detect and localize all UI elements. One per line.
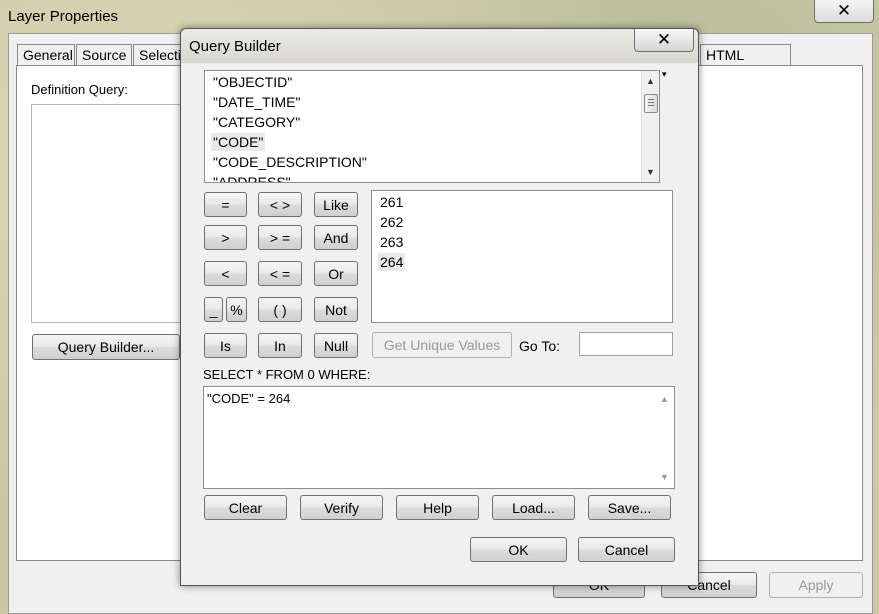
definition-query-label: Definition Query: (31, 82, 128, 97)
field-item[interactable]: "CODE_DESCRIPTION" (211, 153, 369, 171)
value-item[interactable]: 261 (378, 193, 405, 211)
field-item[interactable]: "OBJECTID" (211, 73, 294, 91)
operator-less-button[interactable]: < (204, 261, 247, 286)
save-button[interactable]: Save... (588, 495, 671, 520)
definition-query-textbox[interactable] (31, 104, 183, 323)
field-item[interactable]: "CATEGORY" (211, 113, 302, 131)
query-builder-titlebar[interactable]: Query Builder ✕ (181, 29, 698, 63)
close-icon: ✕ (656, 30, 672, 49)
list-menu-icon[interactable]: ▾ (662, 69, 667, 80)
operator-parens-button[interactable]: ( ) (258, 297, 302, 322)
operator-null-button[interactable]: Null (314, 333, 358, 358)
operator-not-button[interactable]: Not (314, 297, 358, 322)
clear-button[interactable]: Clear (204, 495, 287, 520)
operator-percent-button[interactable]: % (226, 297, 247, 322)
cancel-button[interactable]: Cancel (578, 537, 675, 562)
layer-properties-title: Layer Properties (8, 8, 119, 25)
load-button[interactable]: Load... (492, 495, 575, 520)
operator-like-button[interactable]: Like (314, 192, 358, 217)
layer-apply-button[interactable]: Apply (769, 572, 863, 598)
query-builder-close-button[interactable]: ✕ (634, 29, 694, 52)
sql-scrollbar[interactable]: ▲ ▼ (656, 387, 673, 488)
help-button[interactable]: Help (396, 495, 479, 520)
value-item-selected[interactable]: 264 (378, 253, 406, 271)
ok-button[interactable]: OK (470, 537, 567, 562)
field-item[interactable]: "ADDRESS" (211, 173, 293, 182)
sql-prefix-label: SELECT * FROM 0 WHERE: (203, 367, 371, 382)
close-icon: ✕ (836, 1, 852, 20)
goto-input[interactable] (579, 332, 673, 356)
get-unique-values-button[interactable]: Get Unique Values (372, 332, 512, 358)
tab-source[interactable]: Source (76, 44, 132, 65)
operator-and-button[interactable]: And (314, 225, 358, 250)
verify-button[interactable]: Verify (300, 495, 383, 520)
value-item[interactable]: 263 (378, 233, 405, 251)
scroll-down-icon[interactable]: ▼ (642, 164, 659, 180)
value-item[interactable]: 262 (378, 213, 405, 231)
field-item-selected[interactable]: "CODE" (211, 133, 266, 151)
query-builder-title: Query Builder (189, 38, 281, 55)
query-builder-button[interactable]: Query Builder... (32, 334, 180, 360)
scroll-up-icon[interactable]: ▲ (656, 391, 673, 407)
goto-label: Go To: (519, 338, 560, 354)
operator-less-equal-button[interactable]: < = (258, 261, 302, 286)
operator-equals-button[interactable]: = (204, 192, 247, 217)
fields-scrollbar[interactable]: ▲ ▼ (641, 71, 659, 182)
operator-underscore-button[interactable]: _ (204, 297, 223, 322)
operator-or-button[interactable]: Or (314, 261, 358, 286)
fields-list[interactable]: "OBJECTID" "DATE_TIME" "CATEGORY" "CODE"… (204, 70, 660, 183)
sql-expression-text: "CODE" = 264 (207, 391, 291, 406)
operator-not-equals-button[interactable]: < > (258, 192, 302, 217)
scroll-down-icon[interactable]: ▼ (656, 469, 673, 485)
scroll-thumb[interactable] (644, 94, 658, 113)
operator-greater-equal-button[interactable]: > = (258, 225, 302, 250)
operator-in-button[interactable]: In (258, 333, 302, 358)
unique-values-list[interactable]: 261 262 263 264 (371, 190, 673, 323)
sql-expression-textbox[interactable]: "CODE" = 264 ▲ ▼ (203, 386, 675, 489)
query-builder-dialog: Query Builder ✕ "OBJECTID" "DATE_TIME" "… (180, 28, 699, 586)
operator-is-button[interactable]: Is (204, 333, 247, 358)
scroll-up-icon[interactable]: ▲ (642, 73, 659, 89)
field-item[interactable]: "DATE_TIME" (211, 93, 302, 111)
tab-html-popup[interactable]: HTML Popup (700, 44, 791, 84)
layer-properties-close-button[interactable]: ✕ (814, 0, 874, 23)
tab-general[interactable]: General (17, 44, 75, 65)
operator-greater-button[interactable]: > (204, 225, 247, 250)
